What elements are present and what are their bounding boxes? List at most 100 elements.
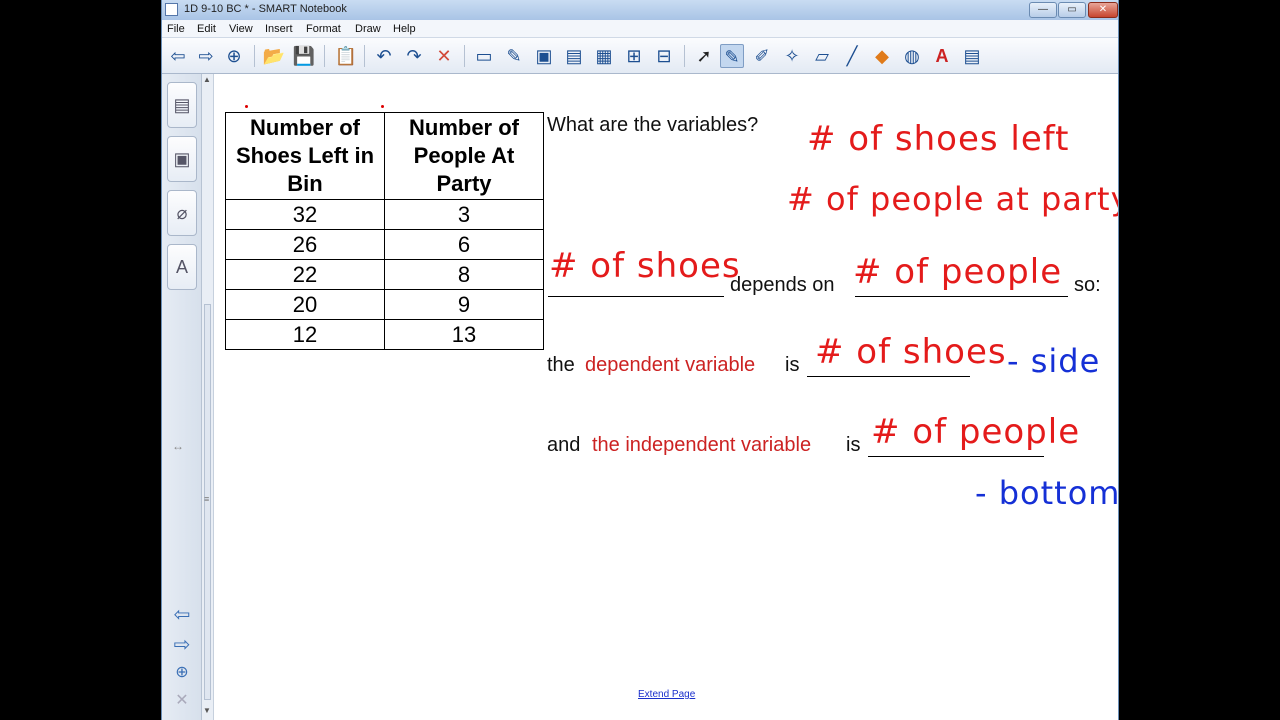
handwriting-independent: # of people [871,412,1081,452]
toolbar-separator [364,45,365,67]
back-arrow-icon[interactable]: ⇦ [166,44,190,68]
pens-icon[interactable]: ✎ [502,44,526,68]
toolbar-separator [684,45,685,67]
menu-format[interactable]: Format [306,23,341,35]
scrollbar-grip: ≡ [204,494,210,504]
extend-page-link[interactable]: Extend Page [638,689,695,700]
ink-dot [245,105,248,108]
screen-shade-icon[interactable]: ▭ [472,44,496,68]
table-cell: 26 [225,229,385,260]
undo-icon[interactable]: ↶ [372,44,396,68]
title-bar: 1D 9-10 BC * - SMART Notebook — ▭ ✕ [162,0,1118,20]
data-table[interactable]: Number of Shoes Left in Bin Number of Pe… [225,112,544,350]
and-text: and [547,434,581,456]
dual-display-icon[interactable]: ▤ [562,44,586,68]
open-folder-icon[interactable]: 📂 [262,44,286,68]
minimize-button[interactable]: — [1029,2,1057,18]
whiteboard-canvas[interactable]: Number of Shoes Left in Bin Number of Pe… [215,74,1118,720]
blank-line [548,296,724,297]
eraser-icon[interactable]: ▱ [810,44,834,68]
scroll-down-icon[interactable]: ▼ [203,706,211,715]
table-row: 20 9 [225,289,544,320]
gallery-tab[interactable]: ▣ [167,136,197,182]
save-icon[interactable]: 💾 [292,44,316,68]
blank-line [855,296,1068,297]
table-cell: 9 [384,289,544,320]
menu-file[interactable]: File [167,23,185,35]
menu-draw[interactable]: Draw [355,23,381,35]
resize-handle-icon[interactable]: ↔ [172,439,184,453]
handwriting-bottom: - bottom [975,474,1119,512]
delete-page-icon[interactable]: ✕ [168,690,196,710]
menu-bar: File Edit View Insert Format Draw Help [162,20,1118,38]
document-camera-icon[interactable]: ⊞ [622,44,646,68]
menu-view[interactable]: View [229,23,253,35]
blank-line [868,456,1044,457]
line-icon[interactable]: ╱ [840,44,864,68]
capture-icon[interactable]: ▦ [592,44,616,68]
menu-insert[interactable]: Insert [265,23,293,35]
vertical-scrollbar[interactable]: ≡ ▲ ▼ [202,74,214,720]
properties-icon[interactable]: ▤ [960,44,984,68]
paste-icon[interactable]: 📋 [334,44,358,68]
handwriting-blank2: # of people [853,252,1063,292]
so-text: so: [1074,274,1101,296]
table-header: Number of People At Party [384,112,544,200]
blank-line [807,376,970,377]
window-title: 1D 9-10 BC * - SMART Notebook [184,3,347,15]
menu-help[interactable]: Help [393,23,416,35]
handwriting-blank1: # of shoes [549,246,741,286]
text-icon[interactable]: A [930,44,954,68]
close-button[interactable]: ✕ [1088,2,1118,18]
table-cell: 32 [225,199,385,230]
page-sorter-tab[interactable]: ▤ [167,82,197,128]
handwriting-var2: # of people at party [787,180,1119,218]
app-icon [165,3,178,16]
add-page-icon[interactable]: ⊕ [168,662,196,682]
fill-icon[interactable]: ◍ [900,44,924,68]
table-cell: 22 [225,259,385,290]
smart-notebook-window: 1D 9-10 BC * - SMART Notebook — ▭ ✕ File… [161,0,1119,720]
select-icon[interactable]: ➚ [692,44,716,68]
question-text: What are the variables? [547,114,759,136]
table-cell: 6 [384,229,544,260]
maximize-button[interactable]: ▭ [1058,2,1086,18]
table-icon[interactable]: ⊟ [652,44,676,68]
previous-page-icon[interactable]: ⇦ [168,602,196,627]
add-page-icon[interactable]: ⊕ [222,44,246,68]
attachments-tab[interactable]: ⌀ [167,190,197,236]
is-text: is [846,434,861,456]
ink-dot [381,105,384,108]
table-cell: 12 [225,319,385,350]
magic-pen-icon[interactable]: ✧ [780,44,804,68]
dependent-variable-label: dependent variable [585,354,756,376]
the-text: the [547,354,575,376]
table-cell: 3 [384,199,544,230]
side-tabs: ▤ ▣ ⌀ A ↔ ⇦ ⇨ ⊕ ✕ [162,74,202,720]
toolbar-separator [254,45,255,67]
toolbar-separator [324,45,325,67]
scroll-up-icon[interactable]: ▲ [203,75,211,84]
redo-icon[interactable]: ↷ [402,44,426,68]
shape-icon[interactable]: ◆ [870,44,894,68]
creative-pen-icon[interactable]: ✐ [750,44,774,68]
is-text: is [785,354,800,376]
table-cell: 8 [384,259,544,290]
full-screen-icon[interactable]: ▣ [532,44,556,68]
independent-variable-label: the independent variable [592,434,812,456]
pen-icon[interactable]: ✎ [720,44,744,68]
menu-edit[interactable]: Edit [197,23,216,35]
table-header: Number of Shoes Left in Bin [225,112,385,200]
table-cell: 13 [384,319,544,350]
table-row: 26 6 [225,229,544,260]
table-row: 32 3 [225,199,544,230]
handwriting-dependent: # of shoes [815,332,1007,372]
depends-on-text: depends on [730,274,835,296]
table-row: 22 8 [225,259,544,290]
properties-tab[interactable]: A [167,244,197,290]
next-page-icon[interactable]: ⇨ [168,632,196,657]
table-row: 12 13 [225,319,544,350]
handwriting-side: - side [1007,342,1101,380]
forward-arrow-icon[interactable]: ⇨ [194,44,218,68]
delete-icon[interactable]: ✕ [432,44,456,68]
